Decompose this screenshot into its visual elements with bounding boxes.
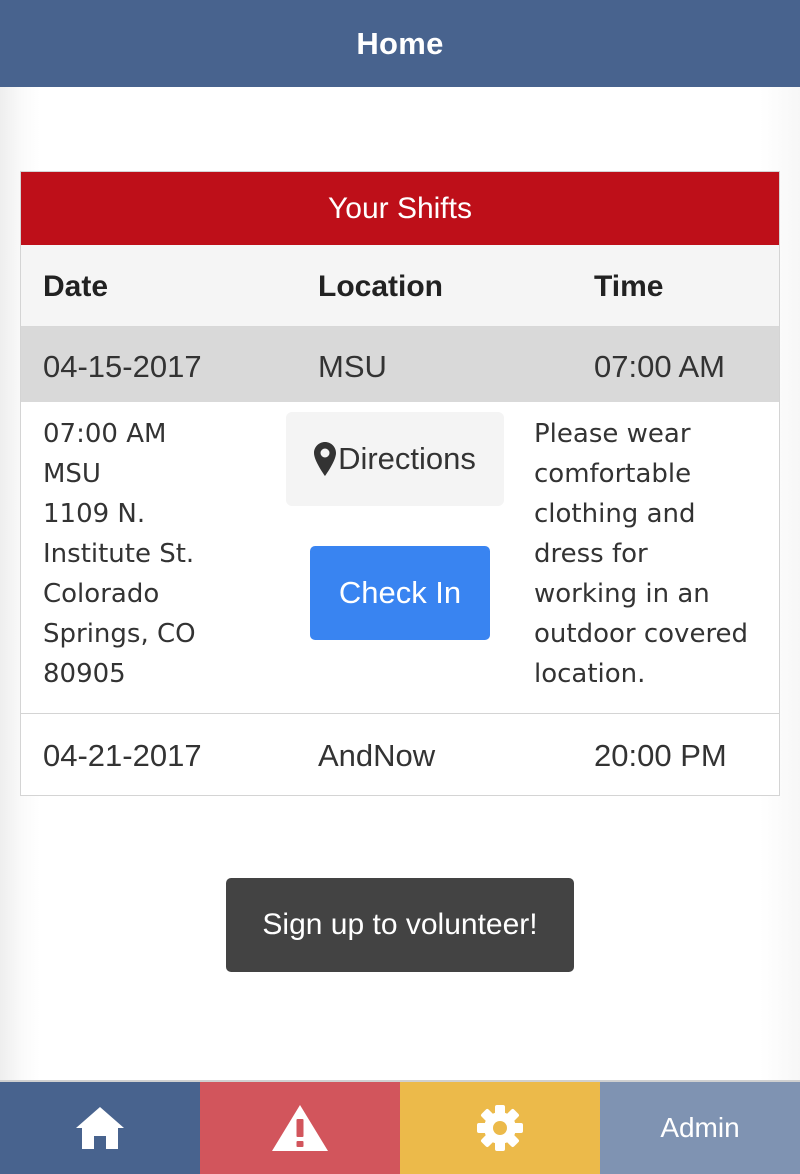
notes-line: clothing and	[534, 499, 696, 529]
shift-row[interactable]: 04-15-2017 MSU 07:00 AM	[21, 327, 779, 402]
gear-icon	[477, 1105, 523, 1151]
tab-admin-label: Admin	[660, 1112, 740, 1143]
tab-admin[interactable]: Admin	[600, 1082, 800, 1174]
column-headers: Date Location Time	[21, 245, 779, 327]
notes-line: working in an	[534, 579, 710, 609]
sign-up-label: Sign up to volunteer!	[262, 908, 538, 941]
sign-up-button[interactable]: Sign up to volunteer!	[226, 878, 574, 972]
address-line: Springs, CO	[43, 619, 196, 649]
map-marker-icon	[314, 442, 337, 476]
page-title: Home	[356, 25, 444, 61]
address-line: 80905	[43, 659, 126, 689]
shift-date: 04-15-2017	[43, 349, 202, 384]
home-icon	[76, 1107, 124, 1149]
shift-notes: Please wear comfortable clothing and dre…	[534, 414, 774, 694]
address-line: Institute St.	[43, 539, 195, 569]
warning-icon	[272, 1105, 328, 1151]
address-line: 1109 N.	[43, 499, 146, 529]
notes-line: dress for	[534, 539, 648, 569]
notes-line: comfortable	[534, 459, 692, 489]
tab-home[interactable]	[0, 1082, 200, 1174]
notes-line: Please wear	[534, 419, 691, 449]
shift-time: 07:00 AM	[594, 349, 725, 384]
header-bar: Home	[0, 0, 800, 87]
notes-line: outdoor covered	[534, 619, 749, 649]
directions-label: Directions	[338, 441, 476, 476]
shifts-table-header: Your Shifts	[21, 172, 779, 245]
notes-line: location.	[534, 659, 646, 689]
shift-address: 07:00 AM MSU 1109 N. Institute St. Color…	[43, 414, 243, 694]
address-line: MSU	[43, 459, 101, 489]
shift-location: MSU	[318, 349, 387, 384]
shift-row[interactable]: 04-21-2017 AndNow 20:00 PM	[21, 714, 779, 795]
address-line: Colorado	[43, 579, 160, 609]
column-header-location: Location	[318, 270, 443, 303]
shift-date: 04-21-2017	[43, 738, 202, 773]
column-header-time: Time	[594, 270, 664, 303]
shifts-title: Your Shifts	[328, 191, 472, 225]
column-header-date: Date	[43, 270, 109, 303]
directions-button[interactable]: Directions	[286, 412, 504, 506]
bottom-tab-bar: Admin	[0, 1080, 800, 1174]
tab-alerts[interactable]	[200, 1082, 400, 1174]
shift-location: AndNow	[318, 738, 436, 773]
check-in-button[interactable]: Check In	[310, 546, 490, 640]
shift-time: 20:00 PM	[594, 738, 727, 773]
shifts-table: Your Shifts Date Location Time 04-15-201…	[20, 171, 780, 796]
tab-settings[interactable]	[400, 1082, 600, 1174]
shift-detail: 07:00 AM MSU 1109 N. Institute St. Color…	[21, 402, 779, 714]
address-line: 07:00 AM	[43, 419, 167, 449]
check-in-label: Check In	[338, 575, 462, 610]
